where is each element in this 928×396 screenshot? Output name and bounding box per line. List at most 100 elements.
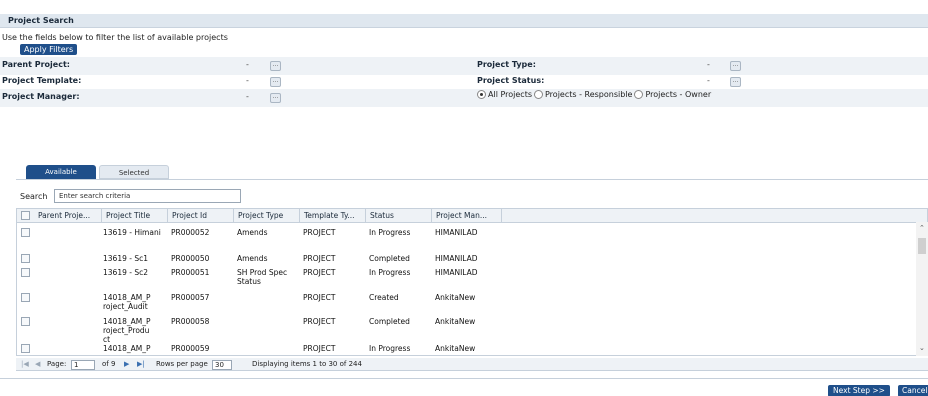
next-step-button[interactable]: Next Step >> <box>828 385 890 396</box>
cell-project-type: SH Prod Spec Status <box>237 268 288 286</box>
radio-all-projects[interactable] <box>477 90 486 99</box>
row-checkbox[interactable] <box>21 293 30 302</box>
filter-row-3: Project Manager: - ... <box>0 89 928 107</box>
cell-project-manager: AnkitaNew <box>435 293 476 302</box>
cell-status: Completed <box>369 254 410 263</box>
column-header-template-type[interactable]: Template Ty... <box>300 209 366 223</box>
project-template-label: Project Template: <box>2 76 82 85</box>
column-header-status[interactable]: Status <box>366 209 432 223</box>
cell-project-type: Amends <box>237 228 268 237</box>
cell-template-type: PROJECT <box>303 344 336 353</box>
project-status-value: - <box>707 76 710 85</box>
row-checkbox[interactable] <box>21 268 30 277</box>
column-header-project-id[interactable]: Project Id <box>168 209 234 223</box>
cell-project-id: PR000058 <box>171 317 210 326</box>
cell-template-type: PROJECT <box>303 293 336 302</box>
project-template-value: - <box>246 76 249 85</box>
rows-per-page-input[interactable]: 30 <box>212 360 232 370</box>
tab-selected[interactable]: Selected <box>99 165 169 179</box>
cell-project-title: 14018_AM_Project_Product <box>103 317 151 344</box>
pagination-bar: |◀ ◀ Page: 1 of 9 ▶ ▶| Rows per page 30 … <box>16 358 928 371</box>
cell-project-manager: HIMANILAD <box>435 268 478 277</box>
row-checkbox[interactable] <box>21 254 30 263</box>
cell-status: In Progress <box>369 268 411 277</box>
rows-per-page-label: Rows per page <box>156 360 208 368</box>
row-checkbox[interactable] <box>21 228 30 237</box>
display-count-text: Displaying items 1 to 30 of 244 <box>252 360 362 368</box>
column-header-project-manager[interactable]: Project Man... <box>432 209 502 223</box>
parent-project-lookup-button[interactable]: ... <box>270 61 281 71</box>
page-label: Page: <box>47 360 67 368</box>
cell-project-manager: AnkitaNew <box>435 317 476 326</box>
radio-projects-responsible[interactable] <box>534 90 543 99</box>
table-row[interactable]: 14018_AM_P PR000059 PROJECT In Progress … <box>17 341 927 355</box>
project-manager-lookup-button[interactable]: ... <box>270 93 281 103</box>
table-row[interactable]: 13619 - Sc1 PR000050 Amends PROJECT Comp… <box>17 251 927 265</box>
row-checkbox[interactable] <box>21 317 30 326</box>
cell-project-title: 14018_AM_P <box>103 344 151 353</box>
column-header-project-title[interactable]: Project Title <box>102 209 168 223</box>
search-label: Search <box>20 192 48 201</box>
cell-template-type: PROJECT <box>303 317 336 326</box>
cell-project-manager: AnkitaNew <box>435 344 476 353</box>
project-status-lookup-button[interactable]: ... <box>730 77 741 87</box>
parent-project-label: Parent Project: <box>2 60 70 69</box>
cell-project-id: PR000052 <box>171 228 210 237</box>
radio-projects-responsible-label: Projects - Responsible <box>545 90 633 99</box>
prev-page-icon[interactable]: ◀ <box>35 360 40 368</box>
page-number-input[interactable]: 1 <box>71 360 95 370</box>
table-vertical-scrollbar[interactable]: ⌃ ⌄ <box>916 222 928 356</box>
cell-project-id: PR000057 <box>171 293 210 302</box>
table-header: Parent Proje... Project Title Project Id… <box>17 209 927 223</box>
cell-status: In Progress <box>369 344 411 353</box>
scroll-down-icon[interactable]: ⌄ <box>919 344 925 352</box>
column-header-project-type[interactable]: Project Type <box>234 209 300 223</box>
cell-status: Completed <box>369 317 410 326</box>
cell-project-id: PR000059 <box>171 344 210 353</box>
radio-projects-owner-label: Projects - Owner <box>645 90 712 99</box>
cell-status: In Progress <box>369 228 411 237</box>
section-header: Project Search <box>0 14 928 28</box>
next-page-icon[interactable]: ▶ <box>124 360 129 368</box>
radio-all-projects-label: All Projects <box>488 90 532 99</box>
table-row[interactable]: 14018_AM_Project_Audit PR000057 PROJECT … <box>17 290 927 314</box>
cell-project-title: 13619 - Himani <box>103 228 161 237</box>
apply-filters-button[interactable]: Apply Filters <box>20 44 78 55</box>
tab-bar: Available Selected <box>26 165 169 179</box>
row-checkbox[interactable] <box>21 344 30 353</box>
table-row[interactable]: 13619 - Sc2 PR000051 SH Prod Spec Status… <box>17 265 927 290</box>
project-manager-value: - <box>246 92 249 101</box>
cell-project-title: 13619 - Sc2 <box>103 268 148 277</box>
cell-status: Created <box>369 293 399 302</box>
page-count-label: of 9 <box>102 360 116 368</box>
tab-available[interactable]: Available <box>26 165 96 179</box>
cell-project-manager: HIMANILAD <box>435 254 478 263</box>
projects-table: Parent Proje... Project Title Project Id… <box>16 208 928 356</box>
last-page-icon[interactable]: ▶| <box>137 360 145 368</box>
column-header-parent-project[interactable]: Parent Proje... <box>34 209 102 223</box>
project-type-label: Project Type: <box>477 60 536 69</box>
search-input[interactable] <box>54 189 241 203</box>
table-row[interactable]: 13619 - Himani PR000052 Amends PROJECT I… <box>17 225 927 251</box>
first-page-icon[interactable]: |◀ <box>21 360 29 368</box>
project-scope-radio-group: All Projects Projects - Responsible Proj… <box>477 90 711 99</box>
radio-projects-owner[interactable] <box>634 90 644 99</box>
cell-template-type: PROJECT <box>303 268 336 277</box>
project-type-lookup-button[interactable]: ... <box>730 61 741 71</box>
scroll-up-icon[interactable]: ⌃ <box>919 224 925 232</box>
cell-template-type: PROJECT <box>303 254 336 263</box>
project-template-lookup-button[interactable]: ... <box>270 77 281 87</box>
section-title: Project Search <box>8 16 74 25</box>
cell-template-type: PROJECT <box>303 228 336 237</box>
cell-project-manager: HIMANILAD <box>435 228 478 237</box>
project-manager-label: Project Manager: <box>2 92 80 101</box>
filter-instructions: Use the fields below to filter the list … <box>2 33 228 42</box>
cell-project-id: PR000051 <box>171 268 210 277</box>
tab-divider <box>16 179 928 180</box>
cancel-button[interactable]: Cancel <box>898 385 928 396</box>
scrollbar-thumb[interactable] <box>918 238 926 254</box>
project-status-label: Project Status: <box>477 76 545 85</box>
select-all-checkbox[interactable] <box>21 211 30 220</box>
cell-project-title: 14018_AM_Project_Audit <box>103 293 151 311</box>
cell-project-title: 13619 - Sc1 <box>103 254 148 263</box>
